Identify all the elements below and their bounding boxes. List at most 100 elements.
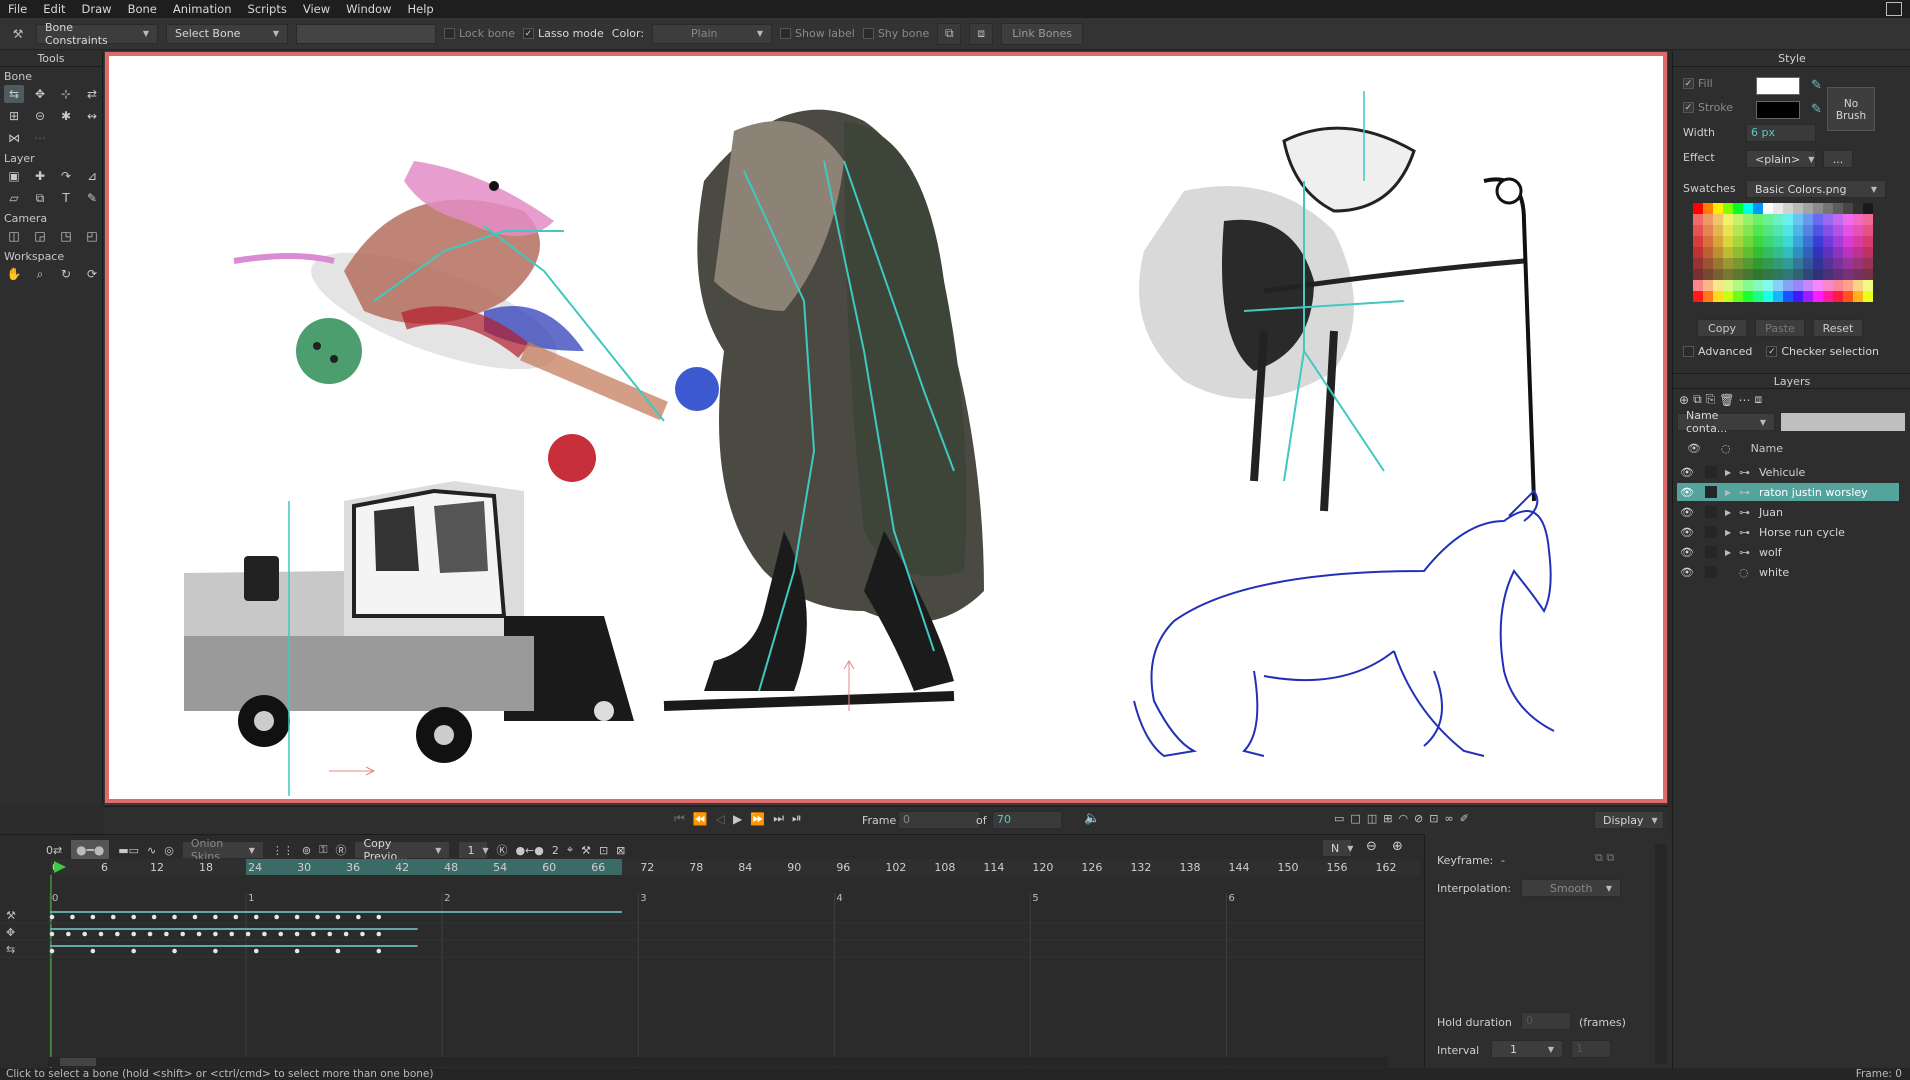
swatch-cell[interactable] xyxy=(1823,269,1833,280)
marker-icon[interactable]: ⌖ xyxy=(567,843,573,857)
swatch-cell[interactable] xyxy=(1763,291,1773,302)
no-brush-button[interactable]: No Brush xyxy=(1827,87,1875,131)
record-icon[interactable]: Ⓡ xyxy=(335,842,346,858)
zoom-tool-icon[interactable]: ⌕ xyxy=(30,265,50,283)
swatch-cell[interactable] xyxy=(1803,236,1813,247)
add-bone-tool-icon[interactable]: ⊹ xyxy=(56,85,76,103)
zoom-out-icon[interactable]: ⊖ xyxy=(1366,839,1377,854)
drawing-canvas[interactable] xyxy=(104,51,1668,805)
timeline-sync-icon[interactable]: 0⇄ xyxy=(46,844,62,857)
previous-frame-icon[interactable]: ⏪ xyxy=(693,812,708,826)
swatch-cell[interactable] xyxy=(1823,214,1833,225)
swatch-cell[interactable] xyxy=(1733,225,1743,236)
swatch-cell[interactable] xyxy=(1753,280,1763,291)
manipulate-bones-tool-icon[interactable]: ✱ xyxy=(56,107,76,125)
swatch-cell[interactable] xyxy=(1773,225,1783,236)
swatch-cell[interactable] xyxy=(1793,269,1803,280)
swatch-cell[interactable] xyxy=(1763,269,1773,280)
swatch-cell[interactable] xyxy=(1763,280,1773,291)
stroke-eyedropper-icon[interactable]: ✎ xyxy=(1811,102,1822,117)
checker-selection-checkbox[interactable]: ✓ Checker selection xyxy=(1766,345,1879,358)
expand-arrow-icon[interactable]: ▶ xyxy=(1725,468,1739,477)
layer-settings-icon[interactable]: ⧈ xyxy=(1754,392,1762,407)
select-bone-dropdown[interactable]: Select Bone ▼ xyxy=(166,23,288,44)
lasso-mode-checkbox[interactable]: ✓ Lasso mode xyxy=(523,27,604,40)
swatch-cell[interactable] xyxy=(1813,225,1823,236)
sequencer-icon[interactable]: ▬▭ xyxy=(118,844,139,857)
swatch-cell[interactable] xyxy=(1703,214,1713,225)
timeline-scrollbar[interactable] xyxy=(48,1057,1388,1067)
swatch-cell[interactable] xyxy=(1833,214,1843,225)
swatch-cell[interactable] xyxy=(1733,203,1743,214)
layer-row[interactable]: 👁 ▶ ⊶ Horse run cycle xyxy=(1677,523,1899,541)
swatch-cell[interactable] xyxy=(1723,291,1733,302)
swatch-cell[interactable] xyxy=(1853,236,1863,247)
swatch-cell[interactable] xyxy=(1763,214,1773,225)
swatch-cell[interactable] xyxy=(1823,247,1833,258)
swatch-cell[interactable] xyxy=(1703,291,1713,302)
advanced-checkbox[interactable]: Advanced xyxy=(1683,345,1752,358)
new-layer-icon[interactable]: ⊕ xyxy=(1679,393,1689,407)
swatch-cell[interactable] xyxy=(1783,291,1793,302)
swatch-cell[interactable] xyxy=(1813,291,1823,302)
expand-arrow-icon[interactable]: ▶ xyxy=(1725,548,1739,557)
swatch-cell[interactable] xyxy=(1793,225,1803,236)
layer-lock-toggle[interactable] xyxy=(1705,506,1717,518)
keyframe-dot[interactable] xyxy=(131,914,136,920)
step-forward-icon[interactable]: ⏩ xyxy=(750,812,765,826)
swatch-cell[interactable] xyxy=(1843,258,1853,269)
interval-input[interactable]: 1 xyxy=(1571,1040,1611,1058)
menu-draw[interactable]: Draw xyxy=(74,2,120,16)
swatch-cell[interactable] xyxy=(1853,214,1863,225)
keyframe-dot[interactable] xyxy=(233,914,239,920)
swatch-cell[interactable] xyxy=(1773,203,1783,214)
total-frames-input[interactable]: 70 xyxy=(992,811,1062,829)
eye-icon[interactable]: 👁 xyxy=(1677,546,1697,559)
bind-points-tool-icon[interactable]: ⋈ xyxy=(4,129,24,147)
layer-lock-toggle[interactable] xyxy=(1705,546,1717,558)
swatch-cell[interactable] xyxy=(1823,291,1833,302)
swatch-cell[interactable] xyxy=(1713,236,1723,247)
swatch-cell[interactable] xyxy=(1783,280,1793,291)
n-dropdown[interactable]: N ▼ xyxy=(1322,839,1353,857)
swatch-cell[interactable] xyxy=(1803,280,1813,291)
audio-icon[interactable]: 🔈 xyxy=(1084,811,1100,826)
keyframe-dot[interactable] xyxy=(343,931,349,937)
keyframe-dot[interactable] xyxy=(253,914,259,920)
swatch-cell[interactable] xyxy=(1703,225,1713,236)
channel-bones-icon[interactable]: ●━● xyxy=(70,839,111,861)
swatch-cell[interactable] xyxy=(1753,247,1763,258)
expand-arrow-icon[interactable]: ▶ xyxy=(1725,528,1739,537)
hand-tool-icon[interactable]: ✋ xyxy=(4,265,24,283)
swatch-cell[interactable] xyxy=(1773,214,1783,225)
keyframe-dot[interactable] xyxy=(131,948,136,954)
swatch-cell[interactable] xyxy=(1713,280,1723,291)
track-camera-tool-icon[interactable]: ◫ xyxy=(4,227,24,245)
swatch-cell[interactable] xyxy=(1863,291,1873,302)
swatch-cell[interactable] xyxy=(1833,258,1843,269)
keyframe-dot[interactable] xyxy=(245,931,251,937)
swatch-cell[interactable] xyxy=(1783,269,1793,280)
swatch-cell[interactable] xyxy=(1863,203,1873,214)
eye-icon[interactable]: 👁 xyxy=(1677,566,1697,579)
keyframe-dot[interactable] xyxy=(115,931,120,937)
keyframe-dot[interactable] xyxy=(294,948,300,954)
menu-help[interactable]: Help xyxy=(400,2,442,16)
swatch-paste-button[interactable]: Paste xyxy=(1755,319,1805,337)
hold-duration-input[interactable]: 0 xyxy=(1521,1012,1571,1030)
swatch-cell[interactable] xyxy=(1723,214,1733,225)
swatch-cell[interactable] xyxy=(1743,236,1753,247)
keyframe-dot[interactable] xyxy=(335,914,341,920)
keyframe-dot[interactable] xyxy=(278,931,284,937)
view-single-icon[interactable]: □ xyxy=(1350,812,1360,825)
keyframe-dot[interactable] xyxy=(147,931,153,937)
keyframe-dot[interactable] xyxy=(49,931,55,937)
swatch-cell[interactable] xyxy=(1763,247,1773,258)
swatch-cell[interactable] xyxy=(1723,236,1733,247)
eyedropper-tool-icon[interactable]: ✎ xyxy=(82,189,102,207)
swatch-reset-button[interactable]: Reset xyxy=(1813,319,1863,337)
headphones-icon[interactable]: ◠ xyxy=(1398,812,1408,825)
interval-dropdown[interactable]: 1 ▼ xyxy=(1491,1040,1563,1058)
swatch-cell[interactable] xyxy=(1803,269,1813,280)
view-grid-icon[interactable]: ▭ xyxy=(1334,812,1344,825)
